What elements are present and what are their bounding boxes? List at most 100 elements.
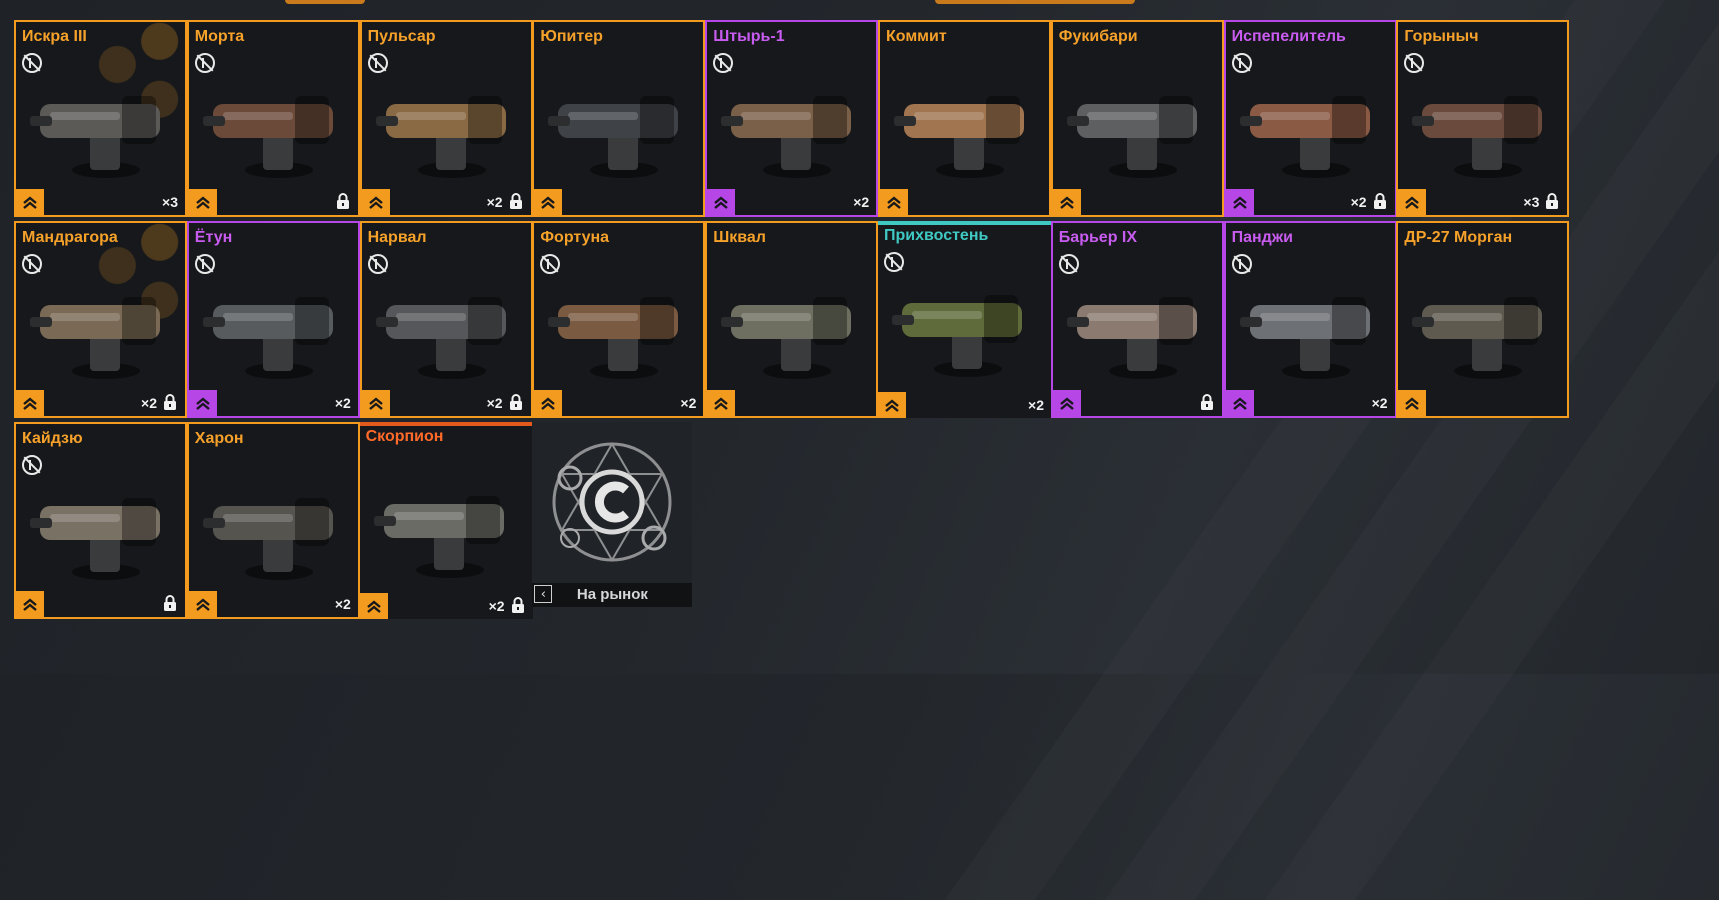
chevron-up-double-icon (1232, 194, 1248, 210)
weapon-image (1066, 96, 1197, 178)
chevron-up-double-icon (1404, 194, 1420, 210)
weapon-card[interactable]: Мандрагора ×2 (14, 221, 187, 418)
weapon-card[interactable]: Горыныч ×3 (1396, 20, 1570, 217)
weapon-image (894, 96, 1024, 178)
weapon-card[interactable]: Штырь-1 ×2 (705, 20, 879, 217)
rank-badge (707, 189, 736, 215)
weapon-image (721, 96, 852, 178)
rank-badge (1398, 189, 1427, 215)
item-count: ×2 (853, 194, 870, 210)
no-craft-icon (367, 254, 388, 274)
weapon-card[interactable]: Юпитер (532, 20, 706, 217)
weapon-card[interactable]: Искра III ×3 (14, 20, 187, 217)
weapon-card[interactable]: Шквал (705, 221, 879, 418)
chevron-up-double-icon (1059, 395, 1075, 411)
weapon-card[interactable]: Фортуна ×2 (532, 221, 706, 418)
no-craft-icon (194, 254, 215, 274)
rank-badge (1052, 390, 1081, 416)
weapon-card[interactable]: Ётун ×2 (186, 221, 360, 418)
no-craft-icon (22, 455, 42, 475)
rank-badge (361, 189, 390, 215)
lock-icon (1545, 193, 1559, 209)
weapon-image (375, 297, 506, 379)
chevron-up-double-icon (195, 194, 211, 210)
top-tab-indicator (935, 0, 1135, 4)
no-craft-icon (194, 53, 215, 73)
weapon-card[interactable]: Барьер IX (1050, 221, 1224, 418)
chevron-up-double-icon (1232, 395, 1248, 411)
no-craft-icon (540, 254, 561, 274)
weapon-image (202, 498, 333, 580)
weapon-name: Фукибари (1058, 28, 1138, 45)
no-craft-icon (1058, 254, 1079, 274)
top-tab-indicator (285, 0, 365, 4)
weapon-card[interactable]: Испепелитель ×2 (1223, 20, 1397, 217)
chevron-up-double-icon (1059, 194, 1075, 210)
rank-badge (16, 189, 44, 215)
rarity-top-line (878, 221, 1051, 225)
market-button[interactable]: ‹ На рынок (532, 422, 693, 607)
rank-badge (1225, 189, 1254, 215)
weapon-card[interactable]: Кайдзю (14, 422, 187, 619)
weapon-card[interactable]: Коммит (878, 20, 1051, 217)
no-craft-icon (1231, 53, 1252, 73)
chevron-up-double-icon (540, 194, 556, 210)
weapon-name: Пульсар (367, 28, 436, 45)
weapon-name: Юпитер (540, 28, 603, 45)
chevron-up-double-icon (713, 395, 729, 411)
weapon-card[interactable]: Пульсар ×2 (359, 20, 533, 217)
rank-badge (707, 390, 736, 416)
weapon-card[interactable]: Харон ×2 (186, 422, 360, 619)
rarity-top-line (359, 422, 533, 426)
chevron-up-double-icon (195, 596, 211, 612)
weapon-name: Нарвал (367, 229, 427, 246)
weapon-name: Испепелитель (1231, 28, 1346, 45)
rank-badge (534, 390, 563, 416)
weapon-card[interactable]: Скорпион ×2 (359, 422, 533, 619)
chevron-up-double-icon (22, 596, 38, 612)
market-bar: ‹ На рынок (532, 583, 693, 607)
weapon-image (30, 498, 160, 580)
item-count: ×2 (1371, 395, 1388, 411)
weapon-name: Фортуна (540, 229, 610, 246)
no-craft-icon (713, 53, 734, 73)
weapon-card[interactable]: Фукибари (1050, 20, 1224, 217)
lock-icon (509, 193, 523, 209)
chevron-up-double-icon (22, 194, 38, 210)
chevron-up-double-icon (884, 397, 900, 413)
chevron-up-double-icon (368, 395, 384, 411)
weapon-card[interactable]: Прихвостень ×2 (878, 221, 1051, 418)
weapon-card[interactable]: ДР-27 Морган (1396, 221, 1570, 418)
weapon-name: Мандрагора (22, 229, 118, 246)
weapon-card[interactable]: Нарвал ×2 (359, 221, 533, 418)
weapon-grid: Искра III ×3 Морта Пульсар ×2 Юпитер Штырь-1 ×2… (14, 20, 1704, 660)
chevron-up-double-icon (1404, 395, 1420, 411)
lock-icon (163, 595, 177, 611)
item-count: ×2 (1028, 397, 1044, 413)
item-count: ×2 (141, 395, 157, 411)
weapon-name: Коммит (886, 28, 947, 45)
lock-icon (336, 193, 350, 209)
rank-badge (188, 189, 217, 215)
weapon-card[interactable]: Морта (186, 20, 360, 217)
weapon-image (30, 297, 160, 379)
weapon-image (1066, 297, 1197, 379)
rank-badge (361, 390, 390, 416)
weapon-name: Кайдзю (22, 430, 83, 447)
rank-badge (1398, 390, 1427, 416)
item-count: ×3 (1523, 194, 1540, 210)
no-craft-icon (22, 53, 42, 73)
rank-badge (359, 593, 388, 619)
currency-c-emblem-icon (552, 442, 672, 562)
rank-badge (188, 390, 217, 416)
no-craft-icon (1404, 53, 1425, 73)
lock-icon (163, 394, 177, 410)
weapon-card[interactable]: Панджи ×2 (1223, 221, 1397, 418)
rank-badge (534, 189, 563, 215)
rank-badge (878, 392, 906, 418)
chevron-up-double-icon (368, 194, 384, 210)
weapon-image (375, 96, 506, 178)
no-craft-icon (1231, 254, 1252, 274)
chevron-up-double-icon (713, 194, 729, 210)
weapon-image (1412, 297, 1543, 379)
